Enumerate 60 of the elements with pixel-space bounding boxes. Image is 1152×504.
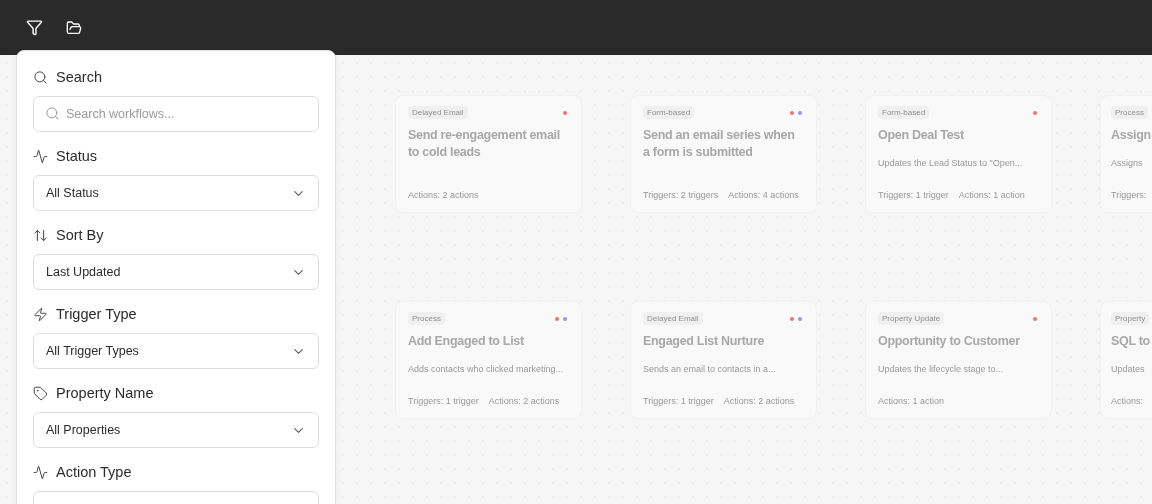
- category-tag: Process: [408, 312, 445, 325]
- actions-count: Actions: 1 action: [878, 396, 945, 406]
- select-field[interactable]: All Trigger Types: [33, 333, 319, 369]
- category-tag: Form-based: [643, 106, 695, 119]
- pulse-icon: [33, 464, 48, 480]
- select-field[interactable]: All Status: [33, 175, 319, 211]
- category-tag: Delayed Email: [408, 106, 468, 119]
- workflow-card[interactable]: Delayed Email Send re-engagement email to cold leads Actions: 2 actions: [395, 95, 582, 213]
- category-tag: Delayed Email: [643, 312, 703, 325]
- workflow-card[interactable]: Form-based Open Deal Test Updates the Lead Status to "Open... Triggers: 1 trigger Actions: 1 action: [865, 95, 1052, 213]
- triggers-count: Triggers: 2 triggers: [643, 190, 719, 200]
- search-icon: [45, 106, 60, 121]
- actions-count: Actions: 2 actions: [723, 396, 795, 406]
- workflow-card[interactable]: Process Assign Assigns Triggers:: [1100, 95, 1152, 213]
- filter-label: Action Type: [56, 464, 132, 480]
- actions-count: Actions: 2 actions: [408, 190, 479, 200]
- actions-count: Actions: 2 actions: [488, 396, 560, 406]
- filter-label: Search: [56, 69, 102, 85]
- sort-icon: [33, 227, 48, 243]
- triggers-count: Triggers: 1 trigger: [408, 396, 479, 406]
- workflow-description: Updates the lifecycle stage to...: [878, 364, 1005, 374]
- actions-count: Actions:: [1111, 396, 1143, 406]
- category-tag: Property Update: [878, 312, 945, 325]
- workflow-title: Opportunity to Customer: [878, 333, 1021, 350]
- actions-count: Actions: 1 action: [958, 190, 1025, 200]
- workflow-description: Adds contacts who clicked marketing...: [408, 364, 565, 374]
- search-field[interactable]: Search workflows...: [33, 96, 319, 132]
- category-tag: Property: [1111, 312, 1150, 325]
- triggers-count: Triggers: 1 trigger: [878, 190, 949, 200]
- filter-label: Status: [56, 148, 98, 164]
- workflow-card[interactable]: Form-based Send an email series when a form is submitted Triggers: 2 triggers Actions: 4 actions: [630, 95, 817, 213]
- tag-icon: [33, 385, 48, 401]
- workflow-title: Assign: [1111, 127, 1152, 144]
- workflow-description: Updates: [1111, 364, 1146, 374]
- filter-label: Property Name: [56, 385, 154, 401]
- filter-label: Sort By: [56, 227, 104, 243]
- workflow-card[interactable]: Property SQL to Updates Actions:: [1100, 301, 1152, 419]
- workflow-description: Updates the Lead Status to "Open...: [878, 158, 1024, 168]
- triggers-count: Triggers: 1 trigger: [643, 396, 714, 406]
- workflow-title: Add Engaged to List: [408, 333, 525, 350]
- actions-count: Actions: 4 actions: [728, 190, 799, 200]
- workflow-card[interactable]: Property Update Opportunity to Customer Updates the lifecycle stage to... Actions: 1 action: [865, 301, 1052, 419]
- search-icon: [33, 69, 48, 85]
- select-field[interactable]: All Properties: [33, 412, 319, 448]
- select-field[interactable]: Last Updated: [33, 254, 319, 290]
- triggers-count: Triggers:: [1111, 190, 1147, 200]
- workflow-title: SQL to: [1111, 333, 1151, 350]
- workflow-title: Send re-engagement email to cold leads: [408, 127, 561, 161]
- workflow-description: Sends an email to contacts in a...: [643, 364, 777, 374]
- category-tag: Process: [1111, 106, 1148, 119]
- workflow-title: Send an email series when a form is submitted: [643, 127, 796, 161]
- workflow-title: Open Deal Test: [878, 127, 965, 144]
- workflow-title: Engaged List Nurture: [643, 333, 766, 350]
- category-tag: Form-based: [878, 106, 930, 119]
- workflow-card[interactable]: Delayed Email Engaged List Nurture Sends an email to contacts in a... Triggers: 1 trigger Actions: 2 actions: [630, 301, 817, 419]
- filter-label: Trigger Type: [56, 306, 137, 322]
- workflow-card[interactable]: Process Add Engaged to List Adds contacts who clicked marketing... Triggers: 1 trigger Actions: 2 actions: [395, 301, 582, 419]
- pulse-icon: [33, 148, 48, 164]
- lightning-icon: [33, 306, 48, 322]
- workflow-description: Assigns: [1111, 158, 1144, 168]
